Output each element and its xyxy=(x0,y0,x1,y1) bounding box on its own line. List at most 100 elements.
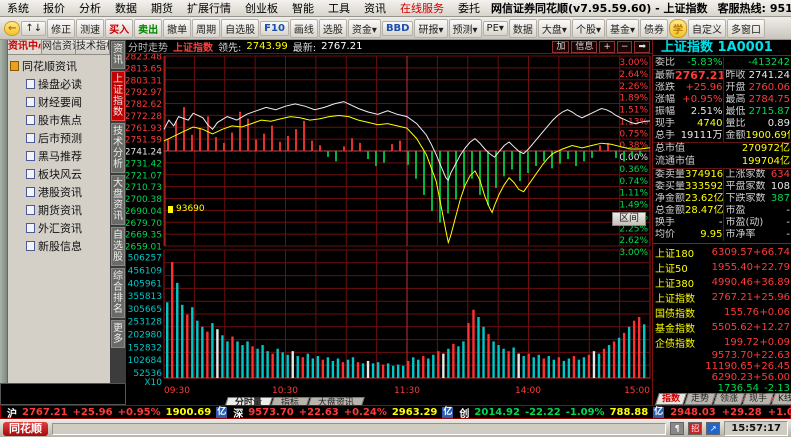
toolbar-button-测速[interactable]: 测速 xyxy=(76,19,104,38)
toolbar-button-PE▾[interactable]: PE▾ xyxy=(483,21,508,36)
quote-label: 量比 xyxy=(726,118,746,130)
toolbar-button-F10[interactable]: F10 xyxy=(260,21,289,36)
tree-item-新股信息[interactable]: 新股信息 xyxy=(10,237,110,255)
toolbar-button-债券[interactable]: 债券 xyxy=(640,19,668,38)
toolbar-button-研报▾[interactable]: 研报▾ xyxy=(414,19,447,38)
vtab-上证指数[interactable]: 上证指数 xyxy=(111,71,125,121)
sidebar-tabs: 资讯中心网信资讯技术指标 xyxy=(8,40,110,55)
vtab-大盘资讯[interactable]: 大盘资讯 xyxy=(111,175,125,225)
sidebar-tab-资讯中心[interactable]: 资讯中心 xyxy=(8,40,42,54)
tree-item-操盘必读[interactable]: 操盘必读 xyxy=(10,75,110,93)
toolbar-button-卖出[interactable]: 卖出 xyxy=(134,19,162,38)
toolbar-button-自定义[interactable]: 自定义 xyxy=(688,19,726,38)
toolbar-button-自选股[interactable]: 自选股 xyxy=(221,19,259,38)
price-tick-mid: 2741.24 xyxy=(126,148,162,158)
timeshare-chart[interactable]: 2823.482813.652803.312792.972782.622772.… xyxy=(126,54,652,386)
toolbar-button-周期[interactable]: 周期 xyxy=(192,19,220,38)
toolbar-button-选股[interactable]: 选股 xyxy=(319,19,347,38)
menu-item-资讯[interactable]: 资讯 xyxy=(357,0,393,16)
index-row-基金指数[interactable]: 基金指数5505.62+12.27 xyxy=(655,320,790,335)
index-value: 155.76 xyxy=(707,307,759,318)
menu-item-在线服务[interactable]: 在线服务 xyxy=(393,0,451,16)
toolbar-button-大盘▾[interactable]: 大盘▾ xyxy=(538,19,571,38)
pct-tick: 1.11% xyxy=(619,189,648,199)
quote-value: 634 xyxy=(771,169,790,181)
index-row-上证180[interactable]: 上证1806309.57+66.74 xyxy=(655,245,790,260)
menu-item-创业板[interactable]: 创业板 xyxy=(238,0,285,16)
tree-item-期货资讯[interactable]: 期货资讯 xyxy=(10,201,110,219)
menu-bar: 系统报价分析数据期货扩展行情创业板智能工具资讯在线服务委托 xyxy=(0,0,487,16)
index-row-6290.23[interactable]: 6290.23+56.00 xyxy=(655,372,790,383)
toolbar-button-撤单[interactable]: 撤单 xyxy=(163,19,191,38)
range-button[interactable]: 区间 xyxy=(612,212,646,226)
sidebar-tab-技术指标[interactable]: 技术指标 xyxy=(76,40,110,54)
tree-item-港股资讯[interactable]: 港股资讯 xyxy=(10,183,110,201)
panel-tab-领涨[interactable]: 领涨 xyxy=(713,393,745,405)
toolbar-button-预测▾[interactable]: 预测▾ xyxy=(449,19,482,38)
toolbar-button-BBD[interactable]: BBD xyxy=(382,21,414,36)
ticker-price: 2948.03 xyxy=(670,407,716,418)
tree-item-后市预测[interactable]: 后市预测 xyxy=(10,129,110,147)
menu-item-报价[interactable]: 报价 xyxy=(36,0,72,16)
tree-item-财经要闻[interactable]: 财经要闻 xyxy=(10,93,110,111)
vtab-更多[interactable]: 更多 xyxy=(111,320,125,348)
menu-item-工具[interactable]: 工具 xyxy=(321,0,357,16)
menu-item-委托[interactable]: 委托 xyxy=(451,0,487,16)
chart-button-➡[interactable]: ➡ xyxy=(634,41,650,53)
panel-tab-指数[interactable]: 指数 xyxy=(655,393,687,405)
toolbar-button-个股▾[interactable]: 个股▾ xyxy=(572,19,605,38)
vtab-自选股[interactable]: 自选股 xyxy=(111,227,125,266)
vtab-综合排名[interactable]: 综合排名 xyxy=(111,268,125,318)
index-row-国债指数[interactable]: 国债指数155.76+0.06 xyxy=(655,305,790,320)
toolbar-button-修正[interactable]: 修正 xyxy=(47,19,75,38)
toolbar-button-基金▾[interactable]: 基金▾ xyxy=(606,19,639,38)
index-row-9573.70[interactable]: 9573.70+22.63 xyxy=(655,350,790,361)
announcement-icon[interactable]: ¶ xyxy=(670,422,684,435)
panel-tab-走势[interactable]: 走势 xyxy=(684,393,716,405)
vtab-技术分析[interactable]: 技术分析 xyxy=(111,123,125,173)
toolbar-button-资金▾[interactable]: 资金▾ xyxy=(348,19,381,38)
vtab-资讯[interactable]: 资讯 xyxy=(111,41,125,69)
chart-button-−[interactable]: − xyxy=(617,41,633,53)
panel-tab-现手[interactable]: 现手 xyxy=(742,393,774,405)
tree-item-股市焦点[interactable]: 股市焦点 xyxy=(10,111,110,129)
menu-item-系统[interactable]: 系统 xyxy=(0,0,36,16)
chart-button-加[interactable]: 加 xyxy=(552,41,569,53)
quote-value: 2.51% xyxy=(691,106,723,118)
calendar-icon[interactable]: 招 xyxy=(688,422,702,435)
menu-item-分析[interactable]: 分析 xyxy=(72,0,108,16)
tree-root[interactable]: 同花顺资讯 xyxy=(10,57,110,75)
tree-item-黑马推荐[interactable]: 黑马推荐 xyxy=(10,147,110,165)
toolbar-button-买入[interactable]: 买入 xyxy=(105,19,133,38)
quote-row-流通市值: 流通市值199704亿 xyxy=(653,156,791,169)
toolbar-button-↑↓[interactable]: ↑↓ xyxy=(21,21,46,36)
tree-item-板块风云[interactable]: 板块风云 xyxy=(10,165,110,183)
price-tick: 2813.65 xyxy=(126,64,162,74)
toolbar-button-←[interactable]: ← xyxy=(4,21,20,36)
share-icon[interactable]: ↗ xyxy=(706,422,720,435)
panel-tab-K线[interactable]: K线 xyxy=(771,393,791,405)
menu-item-扩展行情[interactable]: 扩展行情 xyxy=(180,0,238,16)
menu-item-数据[interactable]: 数据 xyxy=(108,0,144,16)
index-row-上证380[interactable]: 上证3804990.46+36.89 xyxy=(655,275,790,290)
toolbar-button-多窗口[interactable]: 多窗口 xyxy=(727,19,765,38)
index-row-11190.65[interactable]: 11190.65+26.45 xyxy=(655,361,790,372)
sidebar-tab-网信资讯[interactable]: 网信资讯 xyxy=(42,40,76,54)
quote-label: 流通市值 xyxy=(655,156,695,168)
menu-item-期货[interactable]: 期货 xyxy=(144,0,180,16)
index-row-上证指数[interactable]: 上证指数2767.21+25.96 xyxy=(655,290,790,305)
tree-item-外汇资讯[interactable]: 外汇资讯 xyxy=(10,219,110,237)
app-logo[interactable]: 同花顺 xyxy=(3,422,48,436)
toolbar-button-数据[interactable]: 数据 xyxy=(509,19,537,38)
index-value: 2767.21 xyxy=(704,292,753,303)
index-row-上证50[interactable]: 上证501955.40+22.79 xyxy=(655,260,790,275)
pct-tick: 3.00% xyxy=(619,58,648,68)
menu-item-智能[interactable]: 智能 xyxy=(285,0,321,16)
chart-button-+[interactable]: + xyxy=(599,41,615,53)
left-scrollbar[interactable] xyxy=(0,40,8,383)
index-row-企债指数[interactable]: 企债指数199.72+0.09 xyxy=(655,335,790,350)
price-tick: 2761.93 xyxy=(126,124,162,134)
toolbar-button-画线[interactable]: 画线 xyxy=(290,19,318,38)
toolbar-button-学[interactable]: 学 xyxy=(669,19,687,38)
chart-button-信息[interactable]: 信息 xyxy=(571,41,597,53)
